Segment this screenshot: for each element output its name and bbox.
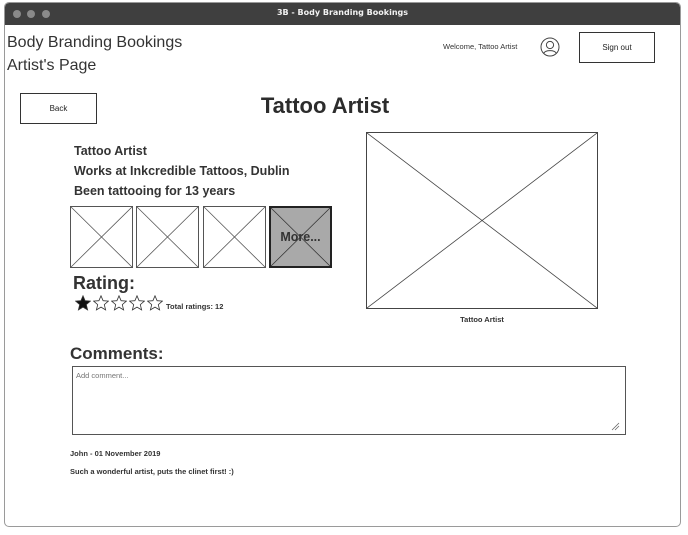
artist-experience: Been tattooing for 13 years	[74, 184, 236, 198]
image-placeholder-icon	[367, 133, 597, 308]
image-placeholder-icon	[204, 207, 265, 267]
window-title: 3B - Body Branding Bookings	[276, 8, 409, 17]
user-avatar-icon[interactable]	[540, 37, 560, 57]
star-empty-icon[interactable]	[111, 295, 127, 311]
sign-out-button[interactable]: Sign out	[579, 32, 655, 63]
total-ratings: Total ratings: 12	[166, 302, 224, 311]
resize-handle-icon[interactable]	[611, 422, 620, 431]
browser-window: 3B - Body Branding Bookings Body Brandin…	[4, 2, 681, 527]
star-empty-icon[interactable]	[93, 295, 109, 311]
comment-text: Such a wonderful artist, puts the clinet…	[70, 467, 234, 476]
comments-title: Comments:	[70, 344, 164, 363]
star-empty-icon[interactable]	[147, 295, 163, 311]
rating-title: Rating:	[73, 273, 135, 293]
brand: Body Branding Bookings Artist's Page	[7, 31, 182, 77]
back-button[interactable]: Back	[20, 93, 97, 124]
artist-info: Tattoo Artist Works at Inkcredible Tatto…	[74, 141, 290, 201]
brand-title: Body Branding Bookings	[7, 34, 183, 51]
star-rating[interactable]	[75, 295, 163, 313]
gallery-more-button[interactable]: More...	[269, 206, 332, 268]
gallery-thumbnail[interactable]	[136, 206, 199, 268]
artist-main-image	[366, 132, 598, 309]
artist-name: Tattoo Artist	[74, 144, 147, 158]
welcome-text: Welcome, Tattoo Artist	[443, 42, 518, 51]
image-placeholder-icon	[137, 207, 198, 267]
gallery-thumbnail[interactable]	[70, 206, 133, 268]
star-filled-icon[interactable]	[75, 295, 91, 311]
artist-workplace: Works at Inkcredible Tattoos, Dublin	[74, 164, 290, 178]
image-placeholder-icon	[71, 207, 132, 267]
more-label: More...	[280, 230, 321, 244]
star-empty-icon[interactable]	[129, 295, 145, 311]
image-caption: Tattoo Artist	[460, 315, 504, 324]
gallery-thumbnail[interactable]	[203, 206, 266, 268]
page-title: Tattoo Artist	[260, 93, 390, 118]
comment-author-date: John - 01 November 2019	[70, 449, 161, 458]
comment-input[interactable]	[72, 366, 626, 435]
page-subtitle: Artist's Page	[7, 57, 97, 74]
title-bar: 3B - Body Branding Bookings	[5, 3, 680, 25]
